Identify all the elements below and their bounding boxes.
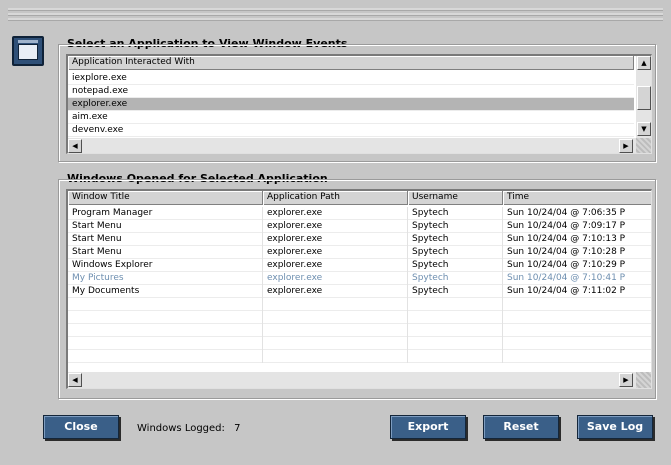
windows-table-header: Window Title Application Path Username T… <box>68 191 651 205</box>
windows-hscroll[interactable]: ◀ ▶ <box>68 372 636 388</box>
app-name: iexplore.exe <box>72 73 127 83</box>
app-name: notepad.exe <box>72 86 129 96</box>
empty-row <box>68 324 651 337</box>
window-app-icon <box>12 36 44 66</box>
time-cell: Sun 10/24/04 @ 7:10:13 P <box>503 233 651 246</box>
application-path-cell: explorer.exe <box>263 259 408 272</box>
apps-list-header: Application Interacted With <box>68 56 634 70</box>
app-name: devenv.exe <box>72 125 124 135</box>
time-cell: Sun 10/24/04 @ 7:09:17 P <box>503 220 651 233</box>
col-application[interactable]: Application Interacted With <box>68 56 634 70</box>
apps-vscroll-thumb[interactable] <box>637 86 651 110</box>
username-cell: Spytech <box>408 285 503 298</box>
application-path-cell: explorer.exe <box>263 272 408 285</box>
col-window-title[interactable]: Window Title <box>68 191 263 205</box>
arrow-right-icon[interactable]: ▶ <box>619 373 633 387</box>
window-title-cell: My Documents <box>68 285 263 298</box>
username-cell: Spytech <box>408 233 503 246</box>
table-row[interactable]: Start Menu explorer.exe Spytech Sun 10/24/0… <box>68 246 651 259</box>
reset-button[interactable]: Reset <box>483 415 559 439</box>
arrow-up-icon[interactable]: ▲ <box>637 56 651 70</box>
windows-logged-count: 7 <box>234 423 241 434</box>
table-row[interactable]: My Pictures explorer.exe Spytech Sun 10/24/… <box>68 272 651 285</box>
empty-row <box>68 298 651 311</box>
table-row[interactable]: Windows Explorer explorer.exe Spytech Sun 1… <box>68 259 651 272</box>
close-button[interactable]: Close <box>43 415 119 439</box>
username-cell: Spytech <box>408 220 503 233</box>
time-cell: Sun 10/24/04 @ 7:10:29 P <box>503 259 651 272</box>
app-list-item[interactable]: explorer.exe <box>68 98 634 111</box>
app-list-item[interactable]: iexplore.exe <box>68 72 634 85</box>
empty-row <box>68 337 651 350</box>
arrow-right-icon[interactable]: ▶ <box>619 139 633 153</box>
username-cell: Spytech <box>408 272 503 285</box>
windows-scroll-corner <box>636 372 651 388</box>
window-title-cell: Start Menu <box>68 220 263 233</box>
window-title-cell: Windows Explorer <box>68 259 263 272</box>
col-time[interactable]: Time <box>503 191 651 205</box>
apps-list[interactable]: Application Interacted With iexplore.exe… <box>66 54 652 154</box>
export-button[interactable]: Export <box>390 415 466 439</box>
apps-scroll-corner <box>636 138 651 153</box>
username-cell: Spytech <box>408 246 503 259</box>
username-cell: Spytech <box>408 259 503 272</box>
time-cell: Sun 10/24/04 @ 7:11:02 P <box>503 285 651 298</box>
app-list-item[interactable]: devenv.exe <box>68 124 634 137</box>
table-row[interactable]: My Documents explorer.exe Spytech Sun 10/24… <box>68 285 651 298</box>
application-path-cell: explorer.exe <box>263 233 408 246</box>
windows-table[interactable]: Window Title Application Path Username T… <box>66 189 652 389</box>
windows-logged-label: Windows Logged: <box>137 423 225 434</box>
apps-vscroll[interactable]: ▲ ▼ <box>636 56 651 138</box>
time-cell: Sun 10/24/04 @ 7:10:28 P <box>503 246 651 259</box>
apps-hscroll[interactable]: ◀ ▶ <box>68 138 636 153</box>
col-username[interactable]: Username <box>408 191 503 205</box>
empty-row <box>68 311 651 324</box>
col-application-path[interactable]: Application Path <box>263 191 408 205</box>
windows-logged-status: Windows Logged: 7 <box>137 423 240 434</box>
window-title-cell: My Pictures <box>68 272 263 285</box>
time-cell: Sun 10/24/04 @ 7:10:41 P <box>503 272 651 285</box>
username-cell: Spytech <box>408 207 503 220</box>
arrow-left-icon[interactable]: ◀ <box>68 373 82 387</box>
application-path-cell: explorer.exe <box>263 285 408 298</box>
window-title-cell: Start Menu <box>68 233 263 246</box>
application-path-cell: explorer.exe <box>263 246 408 259</box>
app-name: aim.exe <box>72 112 108 122</box>
app-list-item[interactable]: notepad.exe <box>68 85 634 98</box>
title-stripes <box>8 8 663 22</box>
table-row[interactable]: Program Manager explorer.exe Spytech Sun 10… <box>68 207 651 220</box>
table-row[interactable]: Start Menu explorer.exe Spytech Sun 10/24/0… <box>68 220 651 233</box>
save-log-button[interactable]: Save Log <box>577 415 653 439</box>
arrow-down-icon[interactable]: ▼ <box>637 122 651 136</box>
arrow-left-icon[interactable]: ◀ <box>68 139 82 153</box>
empty-row <box>68 350 651 363</box>
application-path-cell: explorer.exe <box>263 207 408 220</box>
window-title-cell: Program Manager <box>68 207 263 220</box>
window-title-cell: Start Menu <box>68 246 263 259</box>
application-path-cell: explorer.exe <box>263 220 408 233</box>
time-cell: Sun 10/24/04 @ 7:06:35 P <box>503 207 651 220</box>
app-name: explorer.exe <box>72 99 128 109</box>
app-list-item[interactable]: aim.exe <box>68 111 634 124</box>
table-row[interactable]: Start Menu explorer.exe Spytech Sun 10/24/0… <box>68 233 651 246</box>
